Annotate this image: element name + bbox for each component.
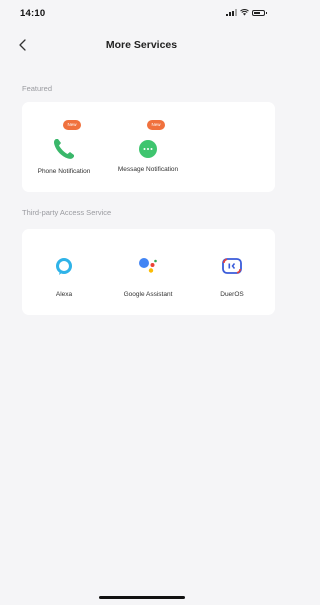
alexa-icon-wrap — [49, 251, 79, 281]
dueros-item[interactable]: DuerOS — [190, 251, 274, 299]
google-assistant-icon — [139, 258, 157, 273]
alexa-icon — [56, 258, 72, 275]
status-time: 14:10 — [20, 8, 46, 19]
phone-icon — [54, 139, 74, 159]
third-party-card: Alexa Google Assistant DuerOS — [22, 229, 275, 315]
wifi-icon — [240, 9, 249, 16]
section-label-third-party: Third-party Access Service — [22, 208, 112, 217]
alexa-item[interactable]: Alexa — [22, 251, 106, 299]
google-assistant-icon-wrap — [133, 251, 163, 281]
status-icons — [226, 9, 267, 16]
battery-icon — [252, 9, 267, 16]
dueros-icon — [222, 258, 242, 274]
section-label-featured: Featured — [22, 84, 53, 93]
phone-notification-label: Phone Notification — [37, 168, 91, 175]
phone-icon-wrap: New — [49, 120, 81, 164]
dueros-label: DuerOS — [220, 291, 244, 298]
alexa-label: Alexa — [55, 291, 73, 298]
home-indicator[interactable] — [99, 596, 185, 599]
google-assistant-label: Google Assistant — [123, 291, 173, 298]
new-badge: New — [63, 120, 81, 130]
phone-notification-item[interactable]: New Phone Notification — [22, 120, 106, 176]
signal-icon — [226, 9, 237, 16]
message-icon — [139, 140, 157, 158]
message-icon-wrap: New — [133, 120, 165, 164]
featured-card: New Phone Notification New Message Notif… — [22, 102, 275, 192]
page-title: More Services — [105, 39, 178, 51]
google-assistant-item[interactable]: Google Assistant — [106, 251, 190, 299]
message-notification-label: Message Notification — [117, 166, 179, 173]
new-badge: New — [147, 120, 165, 130]
status-bar: 14:10 — [0, 0, 283, 28]
nav-bar: More Services — [0, 32, 283, 58]
dueros-icon-wrap — [217, 251, 247, 281]
message-notification-item[interactable]: New Message Notification — [106, 120, 190, 174]
